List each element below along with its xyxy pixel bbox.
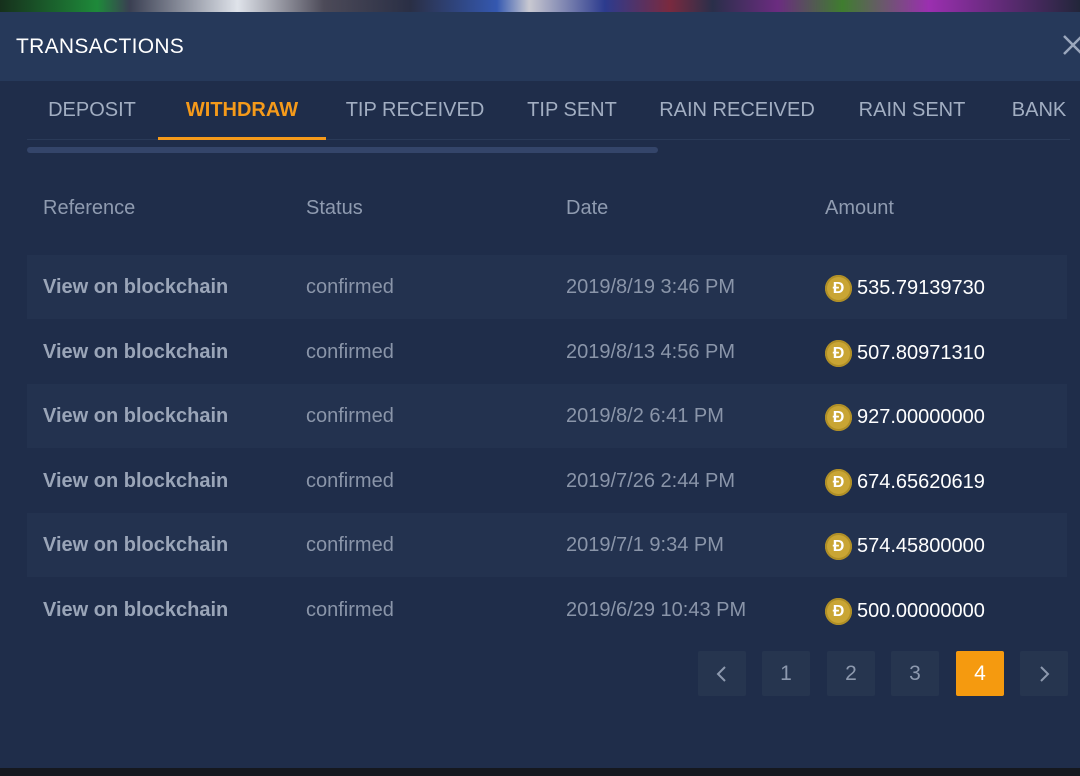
page-button-1[interactable]: 1 <box>762 651 810 696</box>
status-text: confirmed <box>306 470 394 492</box>
table-row: View on blockchain confirmed 2019/7/1 9:… <box>27 513 1067 577</box>
background-game-thumbnails <box>0 0 1080 12</box>
tab-rain-received[interactable]: RAIN RECEIVED <box>657 81 817 139</box>
status-text: confirmed <box>306 405 394 427</box>
status-text: confirmed <box>306 276 394 298</box>
page-button-3[interactable]: 3 <box>891 651 939 696</box>
dogecoin-icon: Ð <box>825 598 852 625</box>
dogecoin-icon: Ð <box>825 275 852 302</box>
status-text: confirmed <box>306 599 394 621</box>
page-button-4[interactable]: 4 <box>956 651 1004 696</box>
amount-cell: Ð 927.00000000 <box>825 404 985 431</box>
transaction-tabs: DEPOSIT WITHDRAW TIP RECEIVED TIP SENT R… <box>27 81 1070 140</box>
blockchain-link[interactable]: View on blockchain <box>43 599 228 622</box>
date-text: 2019/7/26 2:44 PM <box>566 470 736 492</box>
close-icon[interactable] <box>1060 32 1080 58</box>
amount-value: 507.80971310 <box>857 342 985 364</box>
amount-cell: Ð 500.00000000 <box>825 598 985 625</box>
blockchain-link[interactable]: View on blockchain <box>43 405 228 428</box>
table-row: View on blockchain confirmed 2019/6/29 1… <box>27 578 1067 642</box>
blockchain-link[interactable]: View on blockchain <box>43 341 228 364</box>
dogecoin-icon: Ð <box>825 469 852 496</box>
blockchain-link[interactable]: View on blockchain <box>43 276 228 299</box>
amount-value: 927.00000000 <box>857 406 985 428</box>
column-header-reference: Reference <box>43 197 136 219</box>
amount-value: 500.00000000 <box>857 600 985 622</box>
amount-cell: Ð 574.45800000 <box>825 533 985 560</box>
tab-deposit[interactable]: DEPOSIT <box>27 81 157 139</box>
table-row: View on blockchain confirmed 2019/8/13 4… <box>27 320 1067 384</box>
modal-header: TRANSACTIONS <box>0 12 1080 81</box>
page-button-2[interactable]: 2 <box>827 651 875 696</box>
status-text: confirmed <box>306 534 394 556</box>
tab-tip-sent[interactable]: TIP SENT <box>522 81 622 139</box>
prev-page-button[interactable] <box>698 651 746 696</box>
dogecoin-icon: Ð <box>825 404 852 431</box>
amount-value: 574.45800000 <box>857 535 985 557</box>
dogecoin-icon: Ð <box>825 533 852 560</box>
modal-title: TRANSACTIONS <box>16 34 185 58</box>
next-page-button[interactable] <box>1020 651 1068 696</box>
date-text: 2019/8/2 6:41 PM <box>566 405 724 427</box>
amount-value: 674.65620619 <box>857 471 985 493</box>
date-text: 2019/6/29 10:43 PM <box>566 599 747 621</box>
table-row: View on blockchain confirmed 2019/8/19 3… <box>27 255 1067 319</box>
chevron-left-icon <box>716 665 726 682</box>
date-text: 2019/7/1 9:34 PM <box>566 534 724 556</box>
date-text: 2019/8/13 4:56 PM <box>566 341 736 363</box>
column-header-date: Date <box>566 197 609 219</box>
amount-cell: Ð 674.65620619 <box>825 469 985 496</box>
amount-cell: Ð 535.79139730 <box>825 275 985 302</box>
chevron-right-icon <box>1040 665 1050 682</box>
status-text: confirmed <box>306 341 394 363</box>
column-header-amount: Amount <box>825 197 894 219</box>
date-text: 2019/8/19 3:46 PM <box>566 276 736 298</box>
table-row: View on blockchain confirmed 2019/7/26 2… <box>27 449 1067 513</box>
bottom-edge <box>0 768 1080 776</box>
table-row: View on blockchain confirmed 2019/8/2 6:… <box>27 384 1067 448</box>
table-header: Reference Status Date Amount <box>27 195 1067 227</box>
dogecoin-icon: Ð <box>825 340 852 367</box>
tab-rain-sent[interactable]: RAIN SENT <box>853 81 971 139</box>
tabs-scrollbar[interactable] <box>27 147 658 153</box>
tab-tip-received[interactable]: TIP RECEIVED <box>337 81 493 139</box>
blockchain-link[interactable]: View on blockchain <box>43 534 228 557</box>
blockchain-link[interactable]: View on blockchain <box>43 470 228 493</box>
amount-cell: Ð 507.80971310 <box>825 340 985 367</box>
column-header-status: Status <box>306 197 363 219</box>
amount-value: 535.79139730 <box>857 277 985 299</box>
tab-bank[interactable]: BANK <box>1008 81 1070 139</box>
tab-withdraw[interactable]: WITHDRAW <box>158 81 326 140</box>
